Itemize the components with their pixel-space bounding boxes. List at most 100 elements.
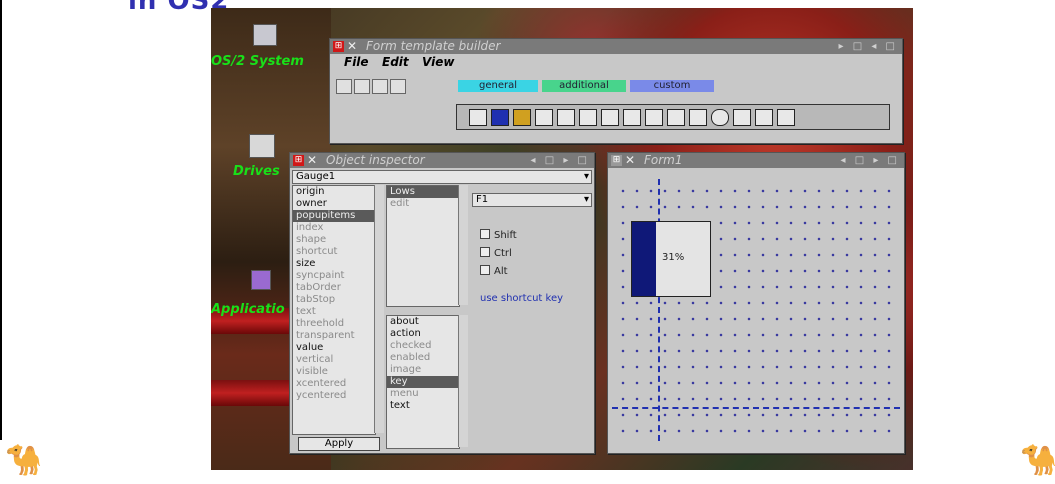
- tab-custom[interactable]: custom: [630, 80, 714, 92]
- os2-desktop-screenshot: OS/2 System Drives Applicatio ⊞ ✕ Form t…: [211, 8, 913, 470]
- window-controls[interactable]: ◂ □ ▸ □: [531, 153, 590, 168]
- property-tree-item[interactable]: Lows: [387, 186, 459, 198]
- object-selector[interactable]: Gauge1 ▾: [292, 170, 592, 184]
- form-design-grid[interactable]: [612, 179, 900, 441]
- property-list-item[interactable]: visible: [293, 366, 375, 378]
- checkbox-component-icon[interactable]: [469, 109, 487, 126]
- property-list-item[interactable]: tabOrder: [293, 282, 375, 294]
- new-icon[interactable]: [336, 79, 352, 94]
- camel-logo-icon: 🐪: [1020, 444, 1055, 477]
- tab-general[interactable]: general: [458, 80, 538, 92]
- shift-checkbox[interactable]: Shift: [480, 229, 517, 241]
- colorselector-component-icon[interactable]: [513, 109, 531, 126]
- modifier-combo[interactable]: F1 ▾: [472, 193, 592, 207]
- close-icon[interactable]: ✕: [625, 153, 635, 168]
- menu-view[interactable]: View: [422, 55, 454, 69]
- close-icon[interactable]: ✕: [347, 39, 357, 54]
- form-builder-titlebar[interactable]: ⊞ ✕ Form template builder ▸ □ ◂ □: [330, 39, 902, 54]
- chevron-down-icon[interactable]: ▾: [584, 194, 589, 206]
- property-list-item[interactable]: owner: [293, 198, 375, 210]
- ctrl-label: Ctrl: [494, 248, 512, 259]
- label-component-icon[interactable]: [491, 109, 509, 126]
- splitter-component-icon[interactable]: [733, 109, 751, 126]
- event-list-scrollbar[interactable]: [458, 315, 468, 447]
- property-list[interactable]: origin owner popupitems index shape shortcut s…: [292, 185, 376, 435]
- widget-component-icon[interactable]: [689, 109, 707, 126]
- event-list-item[interactable]: image: [387, 364, 459, 376]
- gauge-value: 31%: [662, 252, 685, 263]
- computer-icon[interactable]: [253, 24, 277, 46]
- menu-edit[interactable]: Edit: [382, 55, 409, 69]
- property-list-item[interactable]: shape: [293, 234, 375, 246]
- window-controls[interactable]: ▸ □ ◂ □: [839, 39, 898, 54]
- scrollbar-component-icon[interactable]: [579, 109, 597, 126]
- image-component-icon[interactable]: [623, 109, 641, 126]
- property-tree-scrollbar[interactable]: [458, 185, 468, 305]
- combobox-component-icon[interactable]: [557, 109, 575, 126]
- event-list-item[interactable]: enabled: [387, 352, 459, 364]
- form1-window: ⊞ ✕ Form1 ◂ □ ▸ □ 31%: [607, 152, 905, 454]
- property-list-item[interactable]: origin: [293, 186, 375, 198]
- system-menu-icon[interactable]: ⊞: [333, 41, 344, 52]
- alt-checkbox[interactable]: Alt: [480, 265, 508, 277]
- panel-component-icon[interactable]: [645, 109, 663, 126]
- close-icon[interactable]: ✕: [307, 153, 317, 168]
- alignment-guide-vertical[interactable]: [658, 179, 660, 441]
- property-list-scrollbar[interactable]: [374, 185, 384, 433]
- property-list-item[interactable]: threehold: [293, 318, 375, 330]
- desktop-icon-label[interactable]: Drives: [233, 164, 280, 179]
- event-list-item[interactable]: about: [387, 316, 459, 328]
- button-component-icon[interactable]: [667, 109, 685, 126]
- property-list-item[interactable]: text: [293, 306, 375, 318]
- desktop-icon-label[interactable]: Applicatio: [211, 302, 285, 317]
- property-list-item[interactable]: value: [293, 342, 375, 354]
- property-list-item[interactable]: xcentered: [293, 378, 375, 390]
- apply-button[interactable]: Apply: [298, 437, 380, 451]
- open-icon[interactable]: [354, 79, 370, 94]
- property-list-item[interactable]: tabStop: [293, 294, 375, 306]
- gauge-widget[interactable]: 31%: [631, 221, 711, 297]
- edit-component-icon[interactable]: [755, 109, 773, 126]
- property-list-item[interactable]: ycentered: [293, 390, 375, 402]
- window-controls[interactable]: ◂ □ ▸ □: [841, 153, 900, 168]
- property-list-item[interactable]: vertical: [293, 354, 375, 366]
- form1-titlebar[interactable]: ⊞ ✕ Form1 ◂ □ ▸ □: [608, 153, 904, 168]
- property-tree[interactable]: Lows edit: [386, 185, 460, 307]
- property-list-item[interactable]: shortcut: [293, 246, 375, 258]
- event-list-item[interactable]: action: [387, 328, 459, 340]
- listbox-component-icon[interactable]: [535, 109, 553, 126]
- shortcut-caption: use shortcut key: [480, 293, 564, 304]
- system-menu-icon[interactable]: ⊞: [293, 155, 304, 166]
- slider-component-icon[interactable]: [777, 109, 795, 126]
- gauge-fill: [632, 222, 657, 296]
- save-icon[interactable]: [372, 79, 388, 94]
- object-selector-value: Gauge1: [296, 171, 336, 182]
- groupbox-component-icon[interactable]: [601, 109, 619, 126]
- chevron-down-icon[interactable]: ▾: [584, 171, 589, 183]
- window-title: Object inspector: [326, 153, 425, 167]
- alignment-guide-horizontal[interactable]: [612, 407, 900, 409]
- object-inspector-titlebar[interactable]: ⊞ ✕ Object inspector ◂ □ ▸ □: [290, 153, 594, 168]
- application-icon[interactable]: [251, 270, 271, 290]
- tab-additional[interactable]: additional: [542, 80, 626, 92]
- property-list-item[interactable]: transparent: [293, 330, 375, 342]
- slide-border: [0, 0, 2, 440]
- event-list[interactable]: about action checked enabled image key menu tex…: [386, 315, 460, 449]
- ctrl-checkbox[interactable]: Ctrl: [480, 247, 512, 259]
- radio-component-icon[interactable]: [711, 109, 729, 126]
- property-list-item[interactable]: size: [293, 258, 375, 270]
- drive-icon[interactable]: [249, 134, 275, 158]
- camel-logo-icon: 🐪: [5, 444, 43, 477]
- menu-file[interactable]: File: [344, 55, 369, 69]
- event-list-item[interactable]: text: [387, 400, 459, 412]
- property-list-item[interactable]: syncpaint: [293, 270, 375, 282]
- event-list-item[interactable]: key: [387, 376, 459, 388]
- event-list-item[interactable]: checked: [387, 340, 459, 352]
- property-list-item[interactable]: popupitems: [293, 210, 375, 222]
- property-tree-item[interactable]: edit: [387, 198, 459, 210]
- desktop-icon-label[interactable]: OS/2 System: [211, 54, 304, 69]
- property-list-item[interactable]: index: [293, 222, 375, 234]
- event-list-item[interactable]: menu: [387, 388, 459, 400]
- run-icon[interactable]: [390, 79, 406, 94]
- system-menu-icon[interactable]: ⊞: [611, 155, 622, 166]
